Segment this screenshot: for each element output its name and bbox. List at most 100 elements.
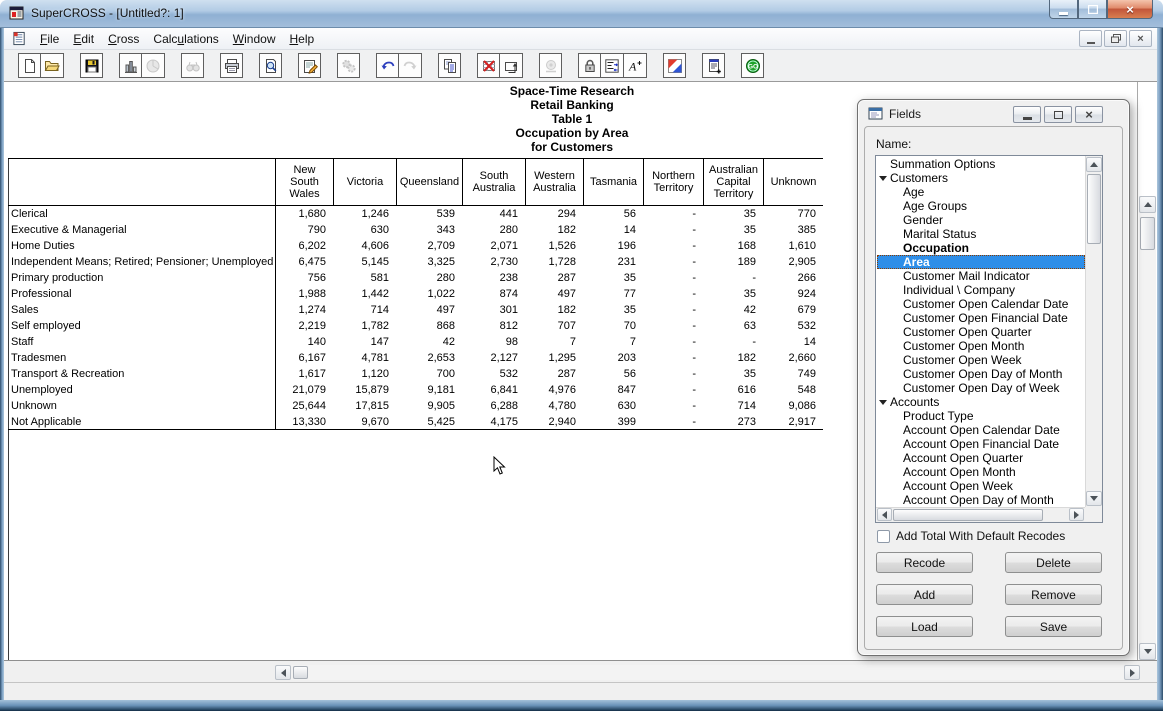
table-cell[interactable]: 147 bbox=[333, 334, 396, 350]
field-item-customer-open-month[interactable]: Customer Open Month bbox=[877, 339, 1085, 353]
field-item-summation-options[interactable]: Summation Options bbox=[877, 157, 1085, 171]
table-cell[interactable]: 4,976 bbox=[525, 382, 583, 398]
field-item-customer-mail-indicator[interactable]: Customer Mail Indicator bbox=[877, 269, 1085, 283]
table-cell[interactable]: 1,246 bbox=[333, 206, 396, 222]
table-cell[interactable]: 231 bbox=[583, 254, 643, 270]
table-cell[interactable]: 707 bbox=[525, 318, 583, 334]
menu-window[interactable]: Window bbox=[226, 28, 283, 50]
toolbar-save-button[interactable] bbox=[80, 53, 103, 78]
field-item-customers[interactable]: Customers bbox=[877, 171, 1085, 185]
expand-arrow-icon[interactable] bbox=[879, 400, 887, 405]
table-cell[interactable]: 35 bbox=[703, 222, 763, 238]
fields-list-hscrollbar[interactable] bbox=[876, 507, 1085, 522]
table-cell[interactable]: 42 bbox=[396, 334, 462, 350]
field-item-occupation[interactable]: Occupation bbox=[877, 241, 1085, 255]
table-cell[interactable]: 790 bbox=[275, 222, 333, 238]
table-cell[interactable]: 98 bbox=[462, 334, 525, 350]
table-cell[interactable]: 5,145 bbox=[333, 254, 396, 270]
table-cell[interactable]: 7 bbox=[525, 334, 583, 350]
column-header[interactable]: Western Australia bbox=[525, 159, 583, 206]
row-label[interactable]: Staff bbox=[8, 334, 275, 350]
field-item-age[interactable]: Age bbox=[877, 185, 1085, 199]
table-cell[interactable]: 63 bbox=[703, 318, 763, 334]
table-cell[interactable]: 35 bbox=[583, 270, 643, 286]
toolbar-undo-button[interactable] bbox=[376, 53, 399, 78]
dialog-minimize-button[interactable] bbox=[1013, 106, 1041, 123]
table-cell[interactable]: 4,175 bbox=[462, 414, 525, 430]
field-item-customer-open-day-of-month[interactable]: Customer Open Day of Month bbox=[877, 367, 1085, 381]
close-button[interactable]: × bbox=[1107, 0, 1153, 19]
horizontal-scroll-thumb[interactable] bbox=[293, 666, 308, 679]
table-cell[interactable]: - bbox=[643, 270, 703, 286]
table-cell[interactable]: 9,670 bbox=[333, 414, 396, 430]
maximize-button[interactable] bbox=[1078, 0, 1107, 19]
column-header[interactable]: Tasmania bbox=[583, 159, 643, 206]
table-cell[interactable]: 630 bbox=[333, 222, 396, 238]
table-cell[interactable]: 25,644 bbox=[275, 398, 333, 414]
table-cell[interactable]: 56 bbox=[583, 206, 643, 222]
field-item-gender[interactable]: Gender bbox=[877, 213, 1085, 227]
menu-help[interactable]: Help bbox=[282, 28, 321, 50]
toolbar-drill-button[interactable] bbox=[539, 53, 562, 78]
row-label[interactable]: Executive & Managerial bbox=[8, 222, 275, 238]
scroll-right-button[interactable] bbox=[1124, 665, 1140, 680]
table-cell[interactable]: 77 bbox=[583, 286, 643, 302]
column-header[interactable]: New South Wales bbox=[275, 159, 333, 206]
delete-button[interactable]: Delete bbox=[1005, 552, 1102, 573]
save-button[interactable]: Save bbox=[1005, 616, 1102, 637]
toolbar-font-size-button[interactable]: A bbox=[624, 53, 647, 78]
table-cell[interactable]: 6,202 bbox=[275, 238, 333, 254]
child-restore-button[interactable] bbox=[1104, 30, 1127, 47]
table-cell[interactable]: 2,127 bbox=[462, 350, 525, 366]
table-cell[interactable]: - bbox=[643, 206, 703, 222]
table-cell[interactable]: 532 bbox=[462, 366, 525, 382]
table-cell[interactable]: 301 bbox=[462, 302, 525, 318]
fields-hscroll-thumb[interactable] bbox=[893, 509, 1043, 521]
toolbar-edit-table-button[interactable] bbox=[298, 53, 321, 78]
table-cell[interactable]: 1,617 bbox=[275, 366, 333, 382]
field-item-account-open-month[interactable]: Account Open Month bbox=[877, 465, 1085, 479]
column-header[interactable]: Queensland bbox=[396, 159, 462, 206]
field-item-customer-open-week[interactable]: Customer Open Week bbox=[877, 353, 1085, 367]
table-cell[interactable]: 1,022 bbox=[396, 286, 462, 302]
table-cell[interactable]: 280 bbox=[462, 222, 525, 238]
table-cell[interactable]: 2,071 bbox=[462, 238, 525, 254]
table-cell[interactable]: 924 bbox=[763, 286, 823, 302]
table-cell[interactable]: 1,526 bbox=[525, 238, 583, 254]
table-cell[interactable]: 679 bbox=[763, 302, 823, 318]
row-label[interactable]: Professional bbox=[8, 286, 275, 302]
fields-list-vscrollbar[interactable] bbox=[1085, 156, 1102, 507]
table-cell[interactable]: 287 bbox=[525, 366, 583, 382]
menu-calculations[interactable]: Calculations bbox=[146, 28, 225, 50]
menu-edit[interactable]: Edit bbox=[66, 28, 101, 50]
table-cell[interactable]: - bbox=[703, 334, 763, 350]
menu-cross[interactable]: Cross bbox=[101, 28, 146, 50]
table-cell[interactable]: 4,781 bbox=[333, 350, 396, 366]
table-cell[interactable]: 56 bbox=[583, 366, 643, 382]
field-item-account-open-calendar-date[interactable]: Account Open Calendar Date bbox=[877, 423, 1085, 437]
field-item-customer-open-calendar-date[interactable]: Customer Open Calendar Date bbox=[877, 297, 1085, 311]
table-cell[interactable]: 2,917 bbox=[763, 414, 823, 430]
table-cell[interactable]: 14 bbox=[763, 334, 823, 350]
toolbar-print-button[interactable] bbox=[220, 53, 243, 78]
toolbar-find-button[interactable] bbox=[181, 53, 204, 78]
field-item-age-groups[interactable]: Age Groups bbox=[877, 199, 1085, 213]
table-cell[interactable]: 13,330 bbox=[275, 414, 333, 430]
recode-button[interactable]: Recode bbox=[876, 552, 973, 573]
scroll-left-button[interactable] bbox=[275, 665, 291, 680]
field-item-account-open-quarter[interactable]: Account Open Quarter bbox=[877, 451, 1085, 465]
minimize-button[interactable] bbox=[1049, 0, 1078, 19]
horizontal-scrollbar[interactable] bbox=[275, 665, 1140, 680]
table-corner-cell[interactable] bbox=[8, 159, 275, 206]
table-cell[interactable]: 1,120 bbox=[333, 366, 396, 382]
row-label[interactable]: Primary production bbox=[8, 270, 275, 286]
row-label[interactable]: Unknown bbox=[8, 398, 275, 414]
toolbar-go-button[interactable]: GO bbox=[741, 53, 764, 78]
table-cell[interactable]: 2,219 bbox=[275, 318, 333, 334]
table-cell[interactable]: 5,425 bbox=[396, 414, 462, 430]
table-cell[interactable]: 714 bbox=[703, 398, 763, 414]
toolbar-new-document-button[interactable] bbox=[18, 53, 41, 78]
row-label[interactable]: Sales bbox=[8, 302, 275, 318]
table-cell[interactable]: 7 bbox=[583, 334, 643, 350]
table-cell[interactable]: 847 bbox=[583, 382, 643, 398]
